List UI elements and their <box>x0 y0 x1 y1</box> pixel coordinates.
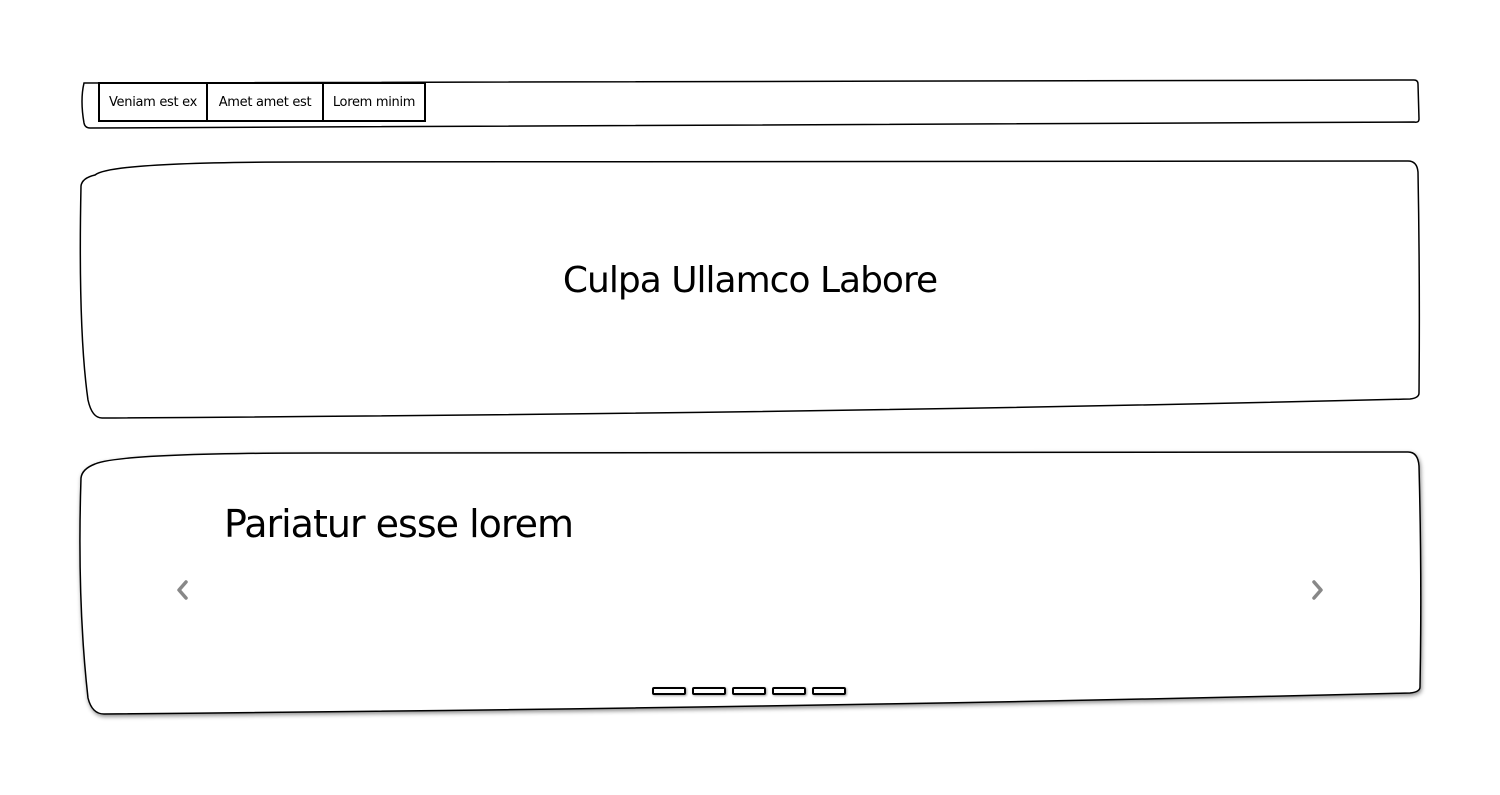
tab-amet-amet-est[interactable]: Amet amet est <box>206 82 324 122</box>
carousel-indicator-1[interactable] <box>652 687 686 695</box>
hero-title: Culpa Ullamco Labore <box>562 259 938 301</box>
chevron-left-icon <box>177 580 188 600</box>
carousel-indicator-4[interactable] <box>772 687 806 695</box>
carousel-indicator-3[interactable] <box>732 687 766 695</box>
tab-veniam-est-ex[interactable]: Veniam est ex <box>98 82 208 122</box>
tab-label: Amet amet est <box>218 94 312 110</box>
chevron-right-icon <box>1312 580 1323 600</box>
tab-lorem-minim[interactable]: Lorem minim <box>322 82 426 122</box>
tab-label: Lorem minim <box>332 94 416 110</box>
hero-panel: Culpa Ullamco Labore <box>82 162 1418 418</box>
carousel-indicator-5[interactable] <box>812 687 846 695</box>
carousel-prev-button[interactable] <box>170 576 194 604</box>
carousel-indicators <box>652 687 846 695</box>
carousel-indicator-2[interactable] <box>692 687 726 695</box>
slide-title: Pariatur esse lorem <box>224 502 574 546</box>
tab-bar: Veniam est ex Amet amet est Lorem minim <box>82 80 1418 128</box>
carousel-next-button[interactable] <box>1306 576 1330 604</box>
tab-label: Veniam est ex <box>108 94 198 110</box>
carousel: Pariatur esse lorem <box>82 452 1420 714</box>
